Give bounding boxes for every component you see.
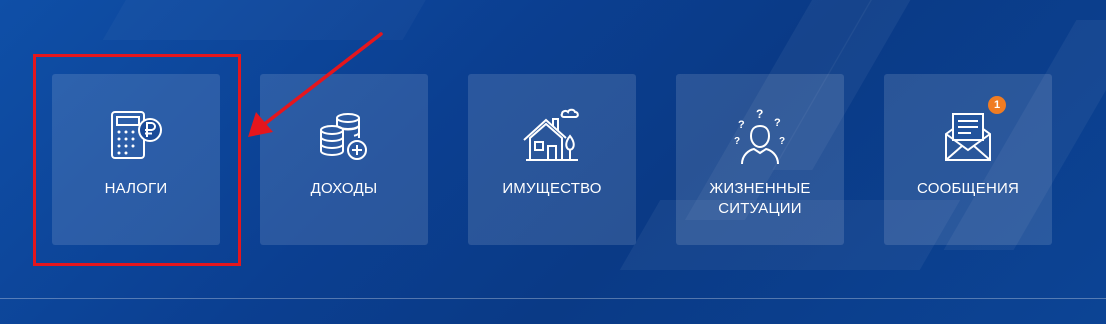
tile-property[interactable]: ИМУЩЕСТВО — [468, 74, 636, 245]
tile-taxes[interactable]: НАЛОГИ — [52, 74, 220, 245]
tile-income[interactable]: ДОХОДЫ — [260, 74, 428, 245]
tile-label: НАЛОГИ — [104, 180, 168, 197]
coins-plus-icon — [312, 106, 376, 170]
notification-badge: 1 — [988, 96, 1006, 114]
tile-label: ИМУЩЕСТВО — [502, 180, 602, 197]
svg-text:?: ? — [734, 136, 740, 147]
tile-label: ДОХОДЫ — [310, 180, 378, 197]
footer-divider — [0, 298, 1106, 299]
tile-label: ЖИЗНЕННЫЕ СИТУАЦИИ — [709, 180, 811, 217]
tile-life-situations[interactable]: ? ? ? ? ? ЖИЗНЕННЫЕ СИТУАЦИИ — [676, 74, 844, 245]
envelope-letter-icon: 1 — [936, 96, 1006, 170]
person-questions-icon: ? ? ? ? ? — [728, 106, 792, 170]
calculator-ruble-icon — [104, 106, 168, 170]
tile-label: СООБЩЕНИЯ — [917, 180, 1019, 197]
svg-text:?: ? — [774, 117, 781, 129]
svg-text:?: ? — [756, 107, 763, 121]
tile-messages[interactable]: 1 СООБЩЕНИЯ — [884, 74, 1052, 245]
house-icon — [520, 106, 584, 170]
svg-text:?: ? — [779, 136, 785, 147]
svg-text:?: ? — [738, 119, 745, 131]
